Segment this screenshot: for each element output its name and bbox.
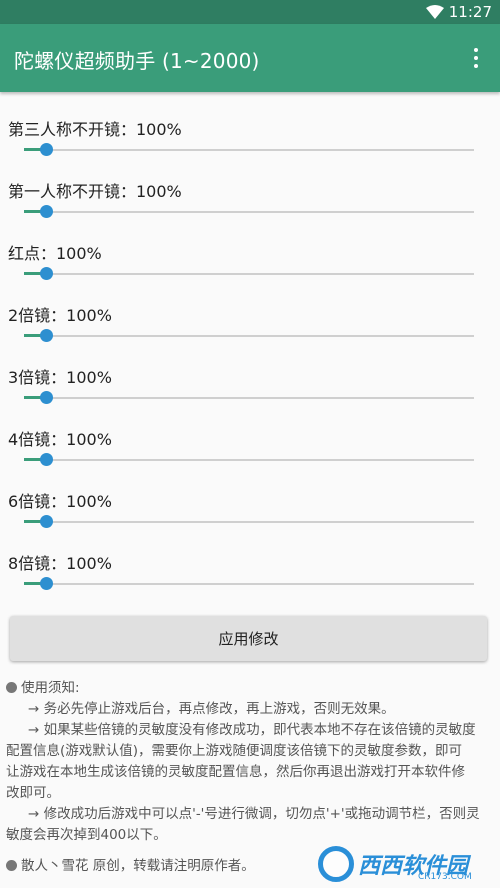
slider-label: 红点：100% [8,244,102,263]
status-time: 11:27 [448,3,492,21]
more-vert-icon[interactable] [466,46,486,70]
author-credit: 散人丶雪花 原创，转载请注明原作者。 [21,858,255,874]
slider-track[interactable] [24,397,474,399]
slider-row-2x: 2倍镜：100% [0,296,500,358]
apply-changes-button[interactable]: 应用修改 [10,616,487,661]
slider-row-red-dot: 红点：100% [0,234,500,296]
note-item: 敏度会再次掉到400以下。 [6,827,167,843]
note-item: → 务必先停止游戏后台，再点修改，再上游戏，否则无效果。 [28,701,395,717]
note-item: → 修改成功后游戏中可以点'-'号进行微调，切勿点'+'或拖动调节栏，否则灵 [28,806,480,822]
slider-label: 第一人称不开镜：100% [8,182,182,201]
slider-row-8x: 8倍镜：100% [0,544,500,606]
slider-track[interactable] [24,335,474,337]
slider-row-tpp-noscope: 第三人称不开镜：100% [0,110,500,172]
slider-thumb[interactable] [40,453,53,466]
note-item: 让游戏在本地生成该倍镜的灵敏度配置信息，然后你再退出游戏打开本软件修 [6,764,465,780]
slider-thumb[interactable] [40,391,53,404]
slider-track[interactable] [24,149,474,151]
slider-label: 3倍镜：100% [8,368,112,387]
bullet-icon [6,682,17,693]
slider-thumb[interactable] [40,205,53,218]
sensitivity-list: 第三人称不开镜：100% 第一人称不开镜：100% 红点：100% 2倍镜：10… [0,110,500,606]
bullet-icon [6,860,17,871]
slider-track[interactable] [24,583,474,585]
slider-row-fpp-noscope: 第一人称不开镜：100% [0,172,500,234]
note-item: 配置信息(游戏默认值)，需要你上游戏随便调度该倍镜下的灵敏度参数，即可 [6,743,463,759]
wifi-icon [426,5,444,19]
watermark-sub: CR173.COM [418,872,472,882]
watermark-ring-icon [318,846,354,882]
slider-label: 6倍镜：100% [8,492,112,511]
app-title: 陀螺仪超频助手 (1~2000) [14,49,260,73]
slider-track[interactable] [24,273,474,275]
slider-row-6x: 6倍镜：100% [0,482,500,544]
slider-track[interactable] [24,459,474,461]
slider-label: 8倍镜：100% [8,554,112,573]
app-bar: 陀螺仪超频助手 (1~2000) [0,24,500,92]
slider-thumb[interactable] [40,329,53,342]
note-item: 改即可。 [6,785,60,801]
note-item: → 如果某些倍镜的灵敏度没有修改成功，即代表本地不存在该倍镜的灵敏度 [28,722,476,738]
status-bar: 11:27 [0,0,500,24]
slider-label: 第三人称不开镜：100% [8,120,182,139]
slider-row-3x: 3倍镜：100% [0,358,500,420]
slider-thumb[interactable] [40,577,53,590]
slider-thumb[interactable] [40,515,53,528]
slider-track[interactable] [24,211,474,213]
slider-thumb[interactable] [40,267,53,280]
slider-row-4x: 4倍镜：100% [0,420,500,482]
watermark-logo: 西西软件园 CR173.COM [318,844,494,884]
slider-thumb[interactable] [40,143,53,156]
notes-heading: 使用须知: [21,680,80,696]
slider-label: 4倍镜：100% [8,430,112,449]
slider-label: 2倍镜：100% [8,306,112,325]
slider-track[interactable] [24,521,474,523]
